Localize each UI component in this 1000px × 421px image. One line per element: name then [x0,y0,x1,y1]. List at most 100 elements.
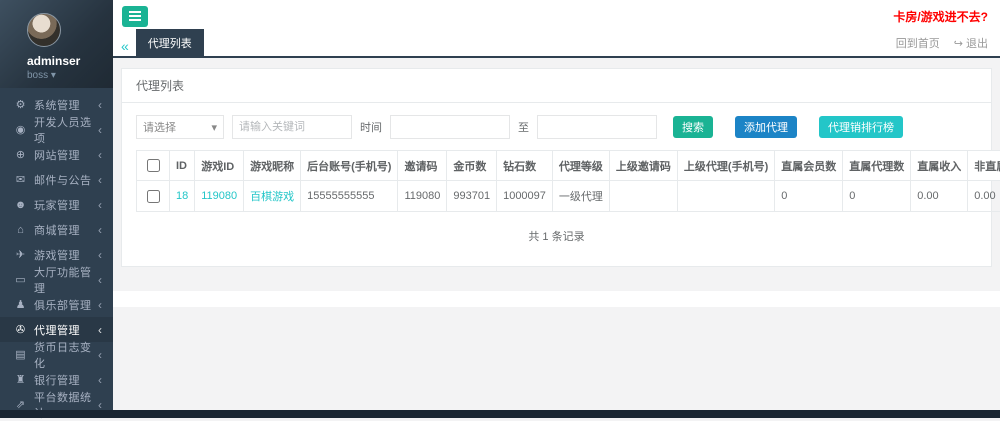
sidebar-item-players[interactable]: ☻ 玩家管理 ‹ [0,192,113,217]
select-all-checkbox[interactable] [147,159,160,172]
cell-direct-income: 0.00 [911,181,968,212]
record-count: 共 1 条记录 [136,212,977,266]
bell-icon: ✉ [13,173,28,186]
shopping-cart-icon: ⌂ [13,224,28,236]
topbar-alert-link[interactable]: 卡房/游戏进不去? [893,8,988,25]
user-icon: ☻ [13,199,28,211]
chevron-left-icon: ‹ [98,98,102,112]
table-row: 18 119080 百棋游戏 15555555555 119080 993701… [137,181,1000,212]
filter-bar: 请选择 ▾ 时间 至 搜索 添加代理 代理销排行榜 [136,115,977,139]
tab-agent-list[interactable]: 代理列表 [136,29,204,56]
time-to-input[interactable] [537,115,657,139]
cell-parent-agent [677,181,774,212]
logout-label: 退出 [966,38,988,50]
menu-toggle-button[interactable] [122,6,148,27]
logout-link[interactable]: ↪ 退出 [954,35,988,51]
chevron-left-icon: ‹ [98,348,102,362]
topbar: 卡房/游戏进不去? [113,0,1000,32]
tabbar-links: 回到首页 ↪ 退出 [896,35,988,56]
search-button[interactable]: 搜索 [673,116,713,138]
header-parent-agent: 上级代理(手机号) [677,151,774,181]
hamburger-icon [129,11,141,13]
header-gold: 金币数 [447,151,497,181]
to-label: 至 [518,119,529,135]
chevron-down-icon: ▾ [51,70,56,81]
chevron-left-icon: ‹ [98,148,102,162]
sidebar-item-club[interactable]: ♟ 俱乐部管理 ‹ [0,292,113,317]
agent-list-panel: 代理列表 请选择 ▾ 时间 至 搜索 添加代理 代理 [121,68,992,267]
header-direct-agents: 直属代理数 [843,151,911,181]
users-icon: ♟ [13,298,28,311]
cell-game-nickname: 百棋游戏 [244,181,301,212]
user-profile: adminser boss ▾ [0,0,113,88]
sidebar-item-label: 俱乐部管理 [34,297,98,313]
chevron-left-icon: ‹ [98,248,102,262]
sidebar-item-label: 邮件与公告 [34,172,98,188]
home-link[interactable]: 回到首页 [896,35,940,51]
chevron-left-icon: ‹ [98,373,102,387]
agent-table: ID 游戏ID 游戏昵称 后台账号(手机号) 邀请码 金币数 钻石数 代理等级 … [136,150,1000,212]
sidebar-item-label: 系统管理 [34,97,98,113]
sidebar-menu: ⚙ 系统管理 ‹ ◉ 开发人员选项 ‹ ⊕ 网站管理 ‹ ✉ 邮件与公告 ‹ ☻ [0,88,113,417]
chevron-left-icon: ‹ [98,223,102,237]
user-name: adminser [27,54,113,68]
header-id: ID [170,151,195,181]
header-game-nickname: 游戏昵称 [244,151,301,181]
chevron-left-icon: ‹ [98,298,102,312]
sidebar-item-mall[interactable]: ⌂ 商城管理 ‹ [0,217,113,242]
sidebar-item-label: 货币日志变化 [34,339,98,371]
sidebar-item-label: 玩家管理 [34,197,98,213]
avatar[interactable] [27,13,61,47]
sidebar-item-label: 商城管理 [34,222,98,238]
tabbar: « 代理列表 回到首页 ↪ 退出 [113,32,1000,58]
table-header-row: ID 游戏ID 游戏昵称 后台账号(手机号) 邀请码 金币数 钻石数 代理等级 … [137,151,1000,181]
tabs-collapse-icon[interactable]: « [121,39,129,53]
paper-plane-icon: ✈ [13,248,28,261]
cell-parent-invite [609,181,677,212]
header-diamond: 钻石数 [497,151,553,181]
sidebar-item-website[interactable]: ⊕ 网站管理 ‹ [0,142,113,167]
sidebar-item-label: 网站管理 [34,147,98,163]
cell-gold: 993701 [447,181,497,212]
cell-game-id: 119080 [195,181,244,212]
logout-icon: ↪ [954,38,963,50]
empty-footer-panel [113,291,1000,307]
sidebar-item-dev-options[interactable]: ◉ 开发人员选项 ‹ [0,117,113,142]
row-checkbox[interactable] [147,190,160,203]
sidebar-item-currency-log[interactable]: ▤ 货币日志变化 ‹ [0,342,113,367]
agent-rank-button[interactable]: 代理销排行榜 [819,116,903,138]
sidebar-item-lobby-functions[interactable]: ▭ 大厅功能管理 ‹ [0,267,113,292]
add-agent-button[interactable]: 添加代理 [735,116,797,138]
app-root: adminser boss ▾ ⚙ 系统管理 ‹ ◉ 开发人员选项 ‹ ⊕ 网站… [0,0,1000,418]
main-content: 卡房/游戏进不去? « 代理列表 回到首页 ↪ 退出 代理列表 请选择 ▾ [113,0,1000,418]
calendar-icon: ▤ [13,348,28,361]
header-direct-income: 直属收入 [911,151,968,181]
filter-select[interactable]: 请选择 ▾ [136,115,224,139]
sidebar-item-mail-announcements[interactable]: ✉ 邮件与公告 ‹ [0,167,113,192]
user-role-dropdown[interactable]: boss ▾ [27,70,113,81]
globe-icon: ⊕ [13,148,28,161]
header-parent-invite: 上级邀请码 [609,151,677,181]
header-agent-level: 代理等级 [552,151,609,181]
cell-account: 15555555555 [301,181,398,212]
sidebar-item-label: 开发人员选项 [34,114,98,146]
cell-agent-level: 一级代理 [552,181,609,212]
chevron-left-icon: ‹ [98,173,102,187]
cell-diamond: 1000097 [497,181,553,212]
header-game-id: 游戏ID [195,151,244,181]
desktop-icon: ▭ [13,273,28,286]
panel-title: 代理列表 [122,69,991,103]
header-direct-members: 直属会员数 [775,151,843,181]
cell-invite-code: 119080 [398,181,447,212]
time-from-input[interactable] [390,115,510,139]
header-account: 后台账号(手机号) [301,151,398,181]
keyword-input[interactable] [232,115,352,139]
header-indirect-income: 非直属收入 [968,151,1000,181]
page-area: 代理列表 请选择 ▾ 时间 至 搜索 添加代理 代理 [113,58,1000,418]
cell-id: 18 [170,181,195,212]
sidebar-item-label: 银行管理 [34,372,98,388]
sidebar-item-label: 大厅功能管理 [34,264,98,296]
chevron-left-icon: ‹ [98,123,102,137]
cell-direct-members: 0 [775,181,843,212]
cogs-icon: ⚙ [13,98,28,111]
